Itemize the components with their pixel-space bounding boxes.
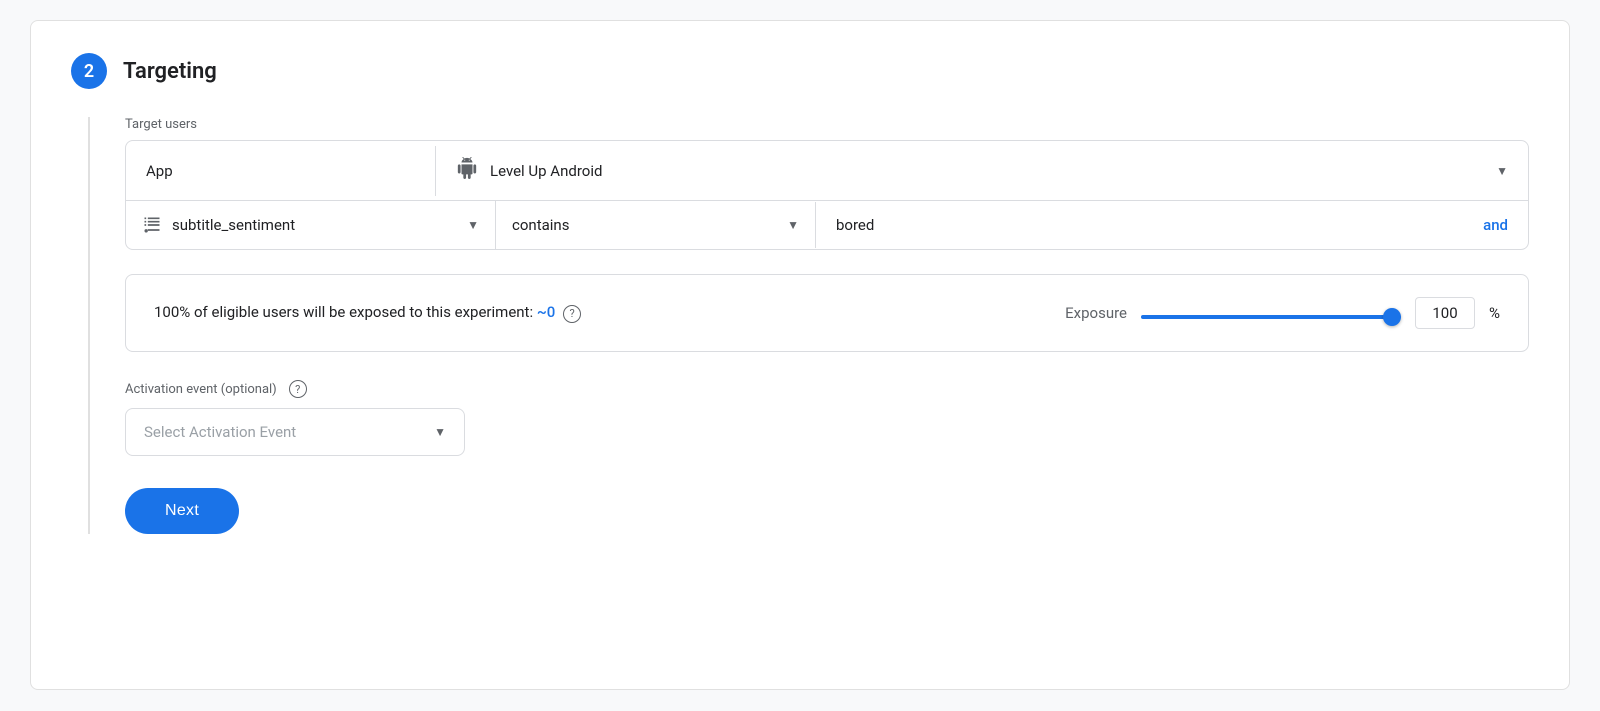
exposure-description: 100% of eligible users will be exposed t… <box>154 303 1041 322</box>
filter-value-text: bored <box>836 216 1483 234</box>
header-row: 2 Targeting <box>71 53 1529 89</box>
operator-cell[interactable]: contains ▼ <box>496 202 816 248</box>
next-button[interactable]: Next <box>125 488 239 534</box>
filter-row: subtitle_sentiment ▼ contains ▼ bored an… <box>126 201 1528 249</box>
exposure-label: Exposure <box>1065 304 1127 322</box>
operator-dropdown-arrow: ▼ <box>787 218 799 232</box>
exposure-description-prefix: 100% of eligible users will be exposed t… <box>154 303 533 321</box>
app-value-text: Level Up Android <box>490 162 1484 180</box>
activation-event-dropdown[interactable]: Select Activation Event ▼ <box>125 408 465 456</box>
slider-container <box>1141 304 1401 323</box>
app-row: App Level Up Android ▼ <box>126 141 1528 201</box>
activation-dropdown-arrow: ▼ <box>434 425 446 439</box>
app-label-cell: App <box>126 146 436 196</box>
app-dropdown-arrow: ▼ <box>1496 164 1508 178</box>
activation-event-label: Activation event (optional) <box>125 382 277 397</box>
app-value-cell[interactable]: Level Up Android ▼ <box>436 141 1528 200</box>
activation-help-icon[interactable]: ? <box>289 380 307 398</box>
activation-label-row: Activation event (optional) ? <box>125 380 1529 398</box>
property-text: subtitle_sentiment <box>172 216 457 234</box>
target-users-label: Target users <box>125 117 1529 132</box>
android-icon <box>456 157 478 184</box>
property-dropdown-arrow: ▼ <box>467 218 479 232</box>
section-title: Targeting <box>123 59 217 84</box>
property-icon <box>142 215 162 235</box>
and-conjunction[interactable]: and <box>1483 216 1508 234</box>
target-users-table: App Level Up Android ▼ <box>125 140 1529 250</box>
operator-text: contains <box>512 216 777 234</box>
activation-placeholder: Select Activation Event <box>144 423 434 441</box>
page-container: 2 Targeting Target users App Level Up An… <box>30 20 1570 690</box>
content-area: Target users App Level Up Android ▼ <box>88 117 1529 534</box>
exposure-slider[interactable] <box>1141 315 1401 319</box>
exposure-box: 100% of eligible users will be exposed t… <box>125 274 1529 352</box>
exposure-value-box: 100 <box>1415 297 1475 329</box>
filter-value-cell: bored and <box>816 202 1528 248</box>
step-badge: 2 <box>71 53 107 89</box>
property-cell[interactable]: subtitle_sentiment ▼ <box>126 201 496 249</box>
exposure-control: Exposure 100 % <box>1065 297 1500 329</box>
user-count: ~0 <box>537 303 555 321</box>
exposure-help-icon[interactable]: ? <box>563 305 581 323</box>
percent-label: % <box>1489 304 1500 322</box>
